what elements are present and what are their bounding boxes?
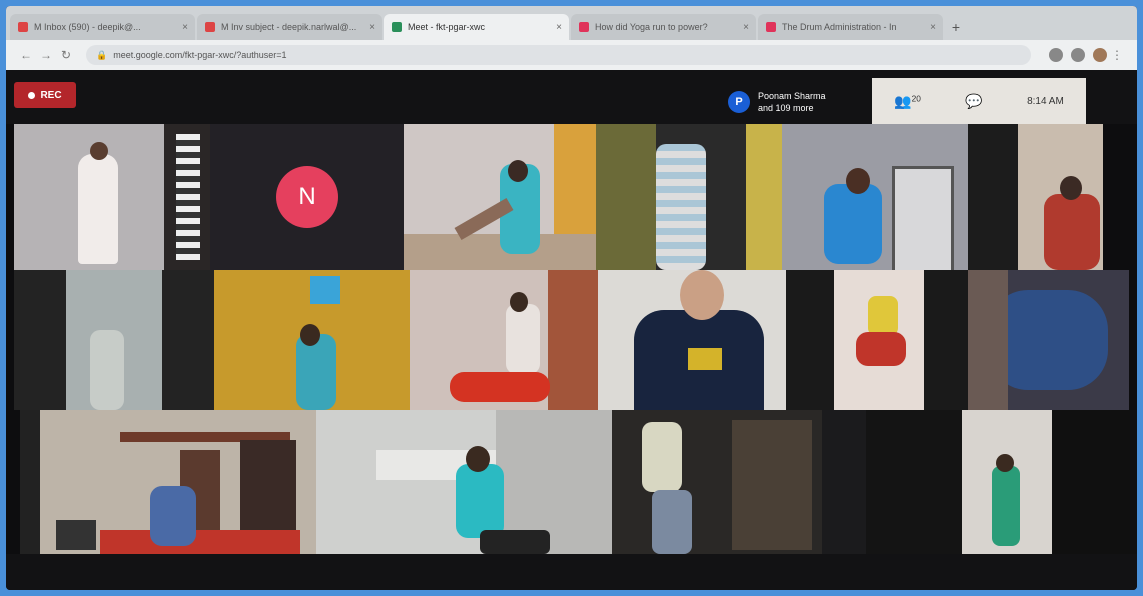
video-tile bbox=[968, 270, 1129, 410]
tab-meet[interactable]: Meet - fkt-pgar-xwc × bbox=[384, 14, 569, 40]
people-count: 20 bbox=[911, 93, 921, 104]
video-tile: N bbox=[210, 124, 404, 270]
meet-top-bar: REC P Poonam Sharma and 109 more 👥20 💬 8… bbox=[6, 70, 1137, 124]
tab-mail-subject[interactable]: M Inv subject - deepik.narlwal@... × bbox=[197, 14, 382, 40]
presenter-info: P Poonam Sharma and 109 more bbox=[728, 82, 868, 122]
address-bar[interactable]: 🔒 meet.google.com/fkt-pgar-xwc/?authuser… bbox=[86, 45, 1031, 65]
tab-label: How did Yoga run to power? bbox=[595, 22, 708, 32]
profile-avatar[interactable] bbox=[1093, 48, 1107, 62]
chat-icon[interactable]: 💬 bbox=[965, 93, 982, 110]
browser-toolbar: ← → ↻ 🔒 meet.google.com/fkt-pgar-xwc/?au… bbox=[6, 40, 1137, 70]
screen-frame: M Inbox (590) - deepik@... × M Inv subje… bbox=[6, 6, 1137, 590]
presenter-more: and 109 more bbox=[758, 103, 814, 113]
gmail-icon bbox=[205, 22, 215, 32]
meet-icon bbox=[392, 22, 402, 32]
bookmark-icon[interactable] bbox=[1049, 48, 1063, 62]
video-tile bbox=[786, 270, 968, 410]
youtube-icon bbox=[579, 22, 589, 32]
video-tile bbox=[20, 410, 316, 554]
video-tile bbox=[1052, 410, 1137, 554]
forward-icon[interactable]: → bbox=[36, 48, 56, 62]
video-tile bbox=[962, 410, 1052, 554]
record-dot-icon bbox=[28, 91, 36, 99]
video-tile bbox=[404, 124, 596, 270]
video-tile bbox=[14, 124, 210, 270]
youtube-icon bbox=[766, 22, 776, 32]
close-icon[interactable]: × bbox=[743, 22, 749, 33]
video-tile bbox=[782, 124, 968, 270]
tab-label: Meet - fkt-pgar-xwc bbox=[408, 22, 486, 32]
meet-bottom-bar bbox=[6, 554, 1137, 590]
tab-yoga[interactable]: How did Yoga run to power? × bbox=[571, 14, 756, 40]
reload-icon[interactable]: ↻ bbox=[56, 48, 76, 62]
meeting-info-panel: 👥20 💬 8:14 AM bbox=[872, 78, 1086, 124]
new-tab-button[interactable]: + bbox=[945, 14, 967, 40]
meeting-time: 8:14 AM bbox=[1027, 95, 1064, 107]
video-tile bbox=[968, 124, 1103, 270]
video-tile bbox=[14, 270, 214, 410]
people-icon: 👥 bbox=[894, 92, 912, 109]
recording-badge: REC bbox=[14, 82, 76, 108]
close-icon[interactable]: × bbox=[556, 22, 562, 33]
rec-label: REC bbox=[40, 89, 62, 101]
lock-icon: 🔒 bbox=[96, 49, 108, 60]
presenter-name: Poonam Sharma bbox=[758, 91, 826, 101]
video-tile bbox=[596, 124, 782, 270]
people-button[interactable]: 👥20 bbox=[894, 93, 921, 110]
back-icon[interactable]: ← bbox=[16, 48, 36, 62]
tab-drum[interactable]: The Drum Administration - In × bbox=[758, 14, 943, 40]
url-text: meet.google.com/fkt-pgar-xwc/?authuser=1 bbox=[113, 50, 287, 60]
video-tile bbox=[866, 410, 962, 554]
tab-label: M Inbox (590) - deepik@... bbox=[34, 22, 141, 32]
close-icon[interactable]: × bbox=[930, 22, 936, 33]
browser-tab-bar: M Inbox (590) - deepik@... × M Inv subje… bbox=[6, 6, 1137, 40]
close-icon[interactable]: × bbox=[182, 22, 188, 33]
video-tile bbox=[612, 410, 866, 554]
tab-inbox[interactable]: M Inbox (590) - deepik@... × bbox=[10, 14, 195, 40]
menu-icon[interactable]: ⋮ bbox=[1107, 48, 1127, 62]
close-icon[interactable]: × bbox=[369, 22, 375, 33]
participant-avatar: N bbox=[276, 166, 338, 228]
video-tile bbox=[316, 410, 612, 554]
extension-icon[interactable] bbox=[1071, 48, 1085, 62]
presenter-avatar: P bbox=[728, 91, 750, 113]
video-tile bbox=[214, 270, 410, 410]
tab-label: M Inv subject - deepik.narlwal@... bbox=[221, 22, 357, 32]
tab-label: The Drum Administration - In bbox=[782, 22, 897, 32]
gmail-icon bbox=[18, 22, 28, 32]
video-tile bbox=[598, 270, 786, 410]
video-tile bbox=[410, 270, 598, 410]
